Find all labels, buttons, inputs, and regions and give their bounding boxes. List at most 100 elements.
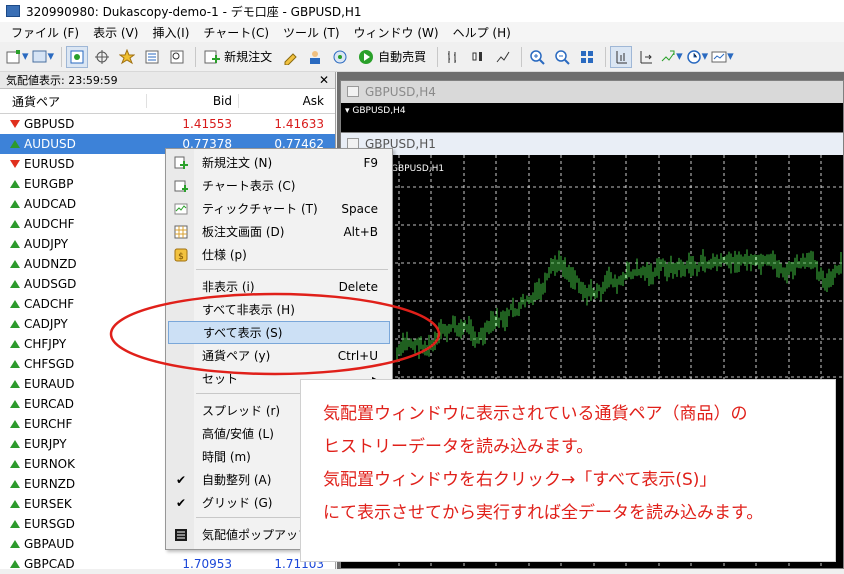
- autoscroll-icon[interactable]: [635, 46, 657, 68]
- symbol-name: EURJPY: [24, 437, 67, 451]
- zoom-in-icon[interactable]: [526, 46, 548, 68]
- price-up-icon: [10, 220, 20, 228]
- profiles-icon[interactable]: ▾: [32, 46, 54, 68]
- menu-item-label: すべて非表示 (H): [202, 303, 295, 317]
- symbol-cell: AUDUSD: [0, 137, 146, 151]
- symbol-name: EURUSD: [24, 157, 75, 171]
- symbol-cell: EURAUD: [0, 377, 146, 391]
- symbol-cell: EURCAD: [0, 397, 146, 411]
- menu-item-label: チャート表示 (C): [202, 179, 296, 193]
- price-up-icon: [10, 440, 20, 448]
- chart-shift-icon[interactable]: [610, 45, 633, 68]
- market-watch-icon[interactable]: [66, 45, 89, 68]
- symbol-name: AUDNZD: [24, 257, 77, 271]
- column-symbol[interactable]: 通貨ペア: [0, 93, 146, 110]
- symbol-name: CADCHF: [24, 297, 75, 311]
- context-menu-item[interactable]: 通貨ペア (y) Ctrl+U: [168, 344, 390, 367]
- menu-item-shortcut: Ctrl+U: [337, 348, 378, 363]
- navigator-icon[interactable]: [116, 46, 138, 68]
- strategy-tester-icon[interactable]: [166, 46, 188, 68]
- symbol-cell: EURGBP: [0, 177, 146, 191]
- zoom-out-icon[interactable]: [551, 46, 573, 68]
- context-menu-item[interactable]: すべて表示 (S): [168, 321, 390, 344]
- templates-icon[interactable]: ▾: [711, 46, 734, 68]
- context-menu-item[interactable]: 新規注文 (N) F9: [168, 151, 390, 174]
- menu-window[interactable]: ウィンドウ (W): [347, 24, 446, 41]
- chart-front-label: GBPUSD,H1: [391, 164, 445, 174]
- chart-window-icon: [174, 179, 188, 193]
- menu-item-label: セット: [202, 372, 239, 386]
- symbol-cell: EURNZD: [0, 477, 146, 491]
- symbol-cell: EURSEK: [0, 497, 146, 511]
- new-order-button[interactable]: 新規注文: [200, 46, 276, 68]
- symbol-cell: CADCHF: [0, 297, 146, 311]
- chart-icon: [347, 86, 359, 97]
- context-menu-item[interactable]: 板注文画面 (D) Alt+B: [168, 220, 390, 243]
- line-chart-icon[interactable]: [492, 46, 514, 68]
- column-ask[interactable]: Ask: [238, 94, 330, 108]
- symbol-cell: EURUSD: [0, 157, 146, 171]
- context-menu-item[interactable]: ティックチャート (T) Space: [168, 197, 390, 220]
- symbol-name: CHFSGD: [24, 357, 75, 371]
- context-menu-item[interactable]: 非表示 (i) Delete: [168, 275, 390, 298]
- menu-item-label: 新規注文 (N): [202, 156, 273, 170]
- close-icon[interactable]: ✕: [319, 73, 329, 87]
- menu-separator: [196, 269, 388, 270]
- market-watch-row[interactable]: GBPUSD 1.41553 1.41633: [0, 114, 335, 134]
- symbol-name: EURCAD: [24, 397, 74, 411]
- chart-back-inner-title: GBPUSD,H4: [352, 106, 406, 116]
- symbol-name: AUDUSD: [24, 137, 76, 151]
- menu-item-label: 仕様 (p): [202, 248, 247, 262]
- symbol-name: EURCHF: [24, 417, 73, 431]
- menu-item-shortcut: Space: [341, 201, 378, 216]
- price-up-icon: [10, 420, 20, 428]
- price-up-icon: [10, 460, 20, 468]
- menu-item-label: 時間 (m): [202, 450, 251, 464]
- chart-window-title[interactable]: GBPUSD,H4: [341, 81, 843, 103]
- bar-chart-icon[interactable]: [442, 46, 464, 68]
- toolbar-separator: [61, 46, 63, 67]
- price-up-icon: [10, 200, 20, 208]
- context-menu-item[interactable]: $ 仕様 (p): [168, 243, 390, 266]
- symbol-cell: AUDCHF: [0, 217, 146, 231]
- menu-help[interactable]: ヘルプ (H): [446, 24, 518, 41]
- column-bid[interactable]: Bid: [146, 94, 238, 108]
- annotation-line: ヒストリーデータを読み込みます。: [323, 437, 594, 457]
- data-window-icon[interactable]: [91, 46, 113, 68]
- periods-icon[interactable]: ▾: [686, 46, 708, 68]
- chart-window-title-active[interactable]: GBPUSD,H1: [341, 133, 843, 155]
- symbol-cell: EURJPY: [0, 437, 146, 451]
- terminal-icon[interactable]: [141, 46, 163, 68]
- menu-item-label: すべて表示 (S): [203, 326, 283, 340]
- symbol-cell: CHFJPY: [0, 337, 146, 351]
- signals-icon[interactable]: [329, 46, 351, 68]
- metaeditor-icon[interactable]: [279, 46, 301, 68]
- indicators-icon[interactable]: ▾: [660, 46, 683, 68]
- symbol-name: GBPUSD: [24, 117, 75, 131]
- menu-item-label: 通貨ペア (y): [202, 349, 271, 363]
- trader-icon[interactable]: [304, 46, 326, 68]
- menu-item-shortcut: F9: [363, 155, 378, 170]
- auto-trading-button[interactable]: 自動売買: [354, 46, 430, 68]
- symbol-cell: CADJPY: [0, 317, 146, 331]
- context-menu-item[interactable]: チャート表示 (C): [168, 174, 390, 197]
- menu-insert[interactable]: 挿入(I): [145, 24, 196, 41]
- menu-item-label: グリッド (G): [202, 496, 273, 510]
- price-up-icon: [10, 300, 20, 308]
- chart-window-back[interactable]: GBPUSD,H4 ▾ GBPUSD,H4: [340, 80, 844, 140]
- menu-file[interactable]: ファイル (F): [4, 24, 86, 41]
- symbol-cell: CHFSGD: [0, 357, 146, 371]
- bid-cell: 1.41553: [182, 117, 232, 131]
- new-chart-icon[interactable]: ▾: [6, 46, 29, 68]
- candlestick-icon[interactable]: [467, 46, 489, 68]
- menu-chart[interactable]: チャート(C): [196, 24, 276, 41]
- chart-back-label: ▾ GBPUSD,H4: [345, 106, 406, 116]
- context-menu-item[interactable]: すべて非表示 (H): [168, 298, 390, 321]
- menu-view[interactable]: 表示 (V): [86, 24, 145, 41]
- check-icon: ✔: [175, 472, 187, 487]
- menu-tools[interactable]: ツール (T): [276, 24, 347, 41]
- toolbar-separator: [437, 46, 439, 67]
- market-watch-row[interactable]: GBPCAD 1.70953 1.71103: [0, 554, 335, 574]
- price-up-icon: [10, 380, 20, 388]
- tile-windows-icon[interactable]: [576, 46, 598, 68]
